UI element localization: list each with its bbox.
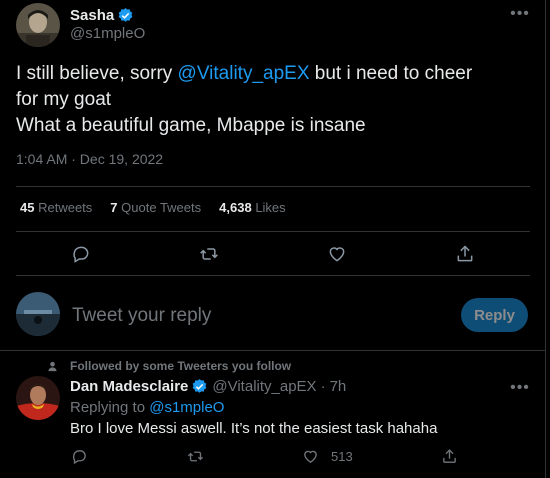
reply-author-avatar[interactable]: [16, 376, 60, 420]
reply-time[interactable]: 7h: [330, 378, 347, 395]
author-name[interactable]: Sasha: [70, 7, 114, 24]
retweet-icon[interactable]: [198, 243, 220, 265]
author-name-row: Sasha: [70, 6, 134, 24]
tweet-text-part1: I still believe, sorry: [16, 63, 178, 84]
replying-to: Replying to @s1mpleO: [70, 399, 224, 416]
reply-text: Bro I love Messi aswell. It’s not the ea…: [70, 420, 438, 437]
tweet-text: I still believe, sorry @Vitality_apEX bu…: [16, 61, 536, 139]
reply-header: Dan Madesclaire @Vitality_apEX · 7h: [70, 378, 346, 395]
share-icon[interactable]: [440, 447, 458, 465]
reply-author-name[interactable]: Dan Madesclaire: [70, 378, 188, 395]
quotes-label: Quote Tweets: [121, 200, 202, 215]
like-icon: [302, 448, 319, 465]
retweets-count: 45: [20, 200, 35, 215]
reply-like-count: 513: [331, 448, 353, 464]
retweets-stat[interactable]: 45 Retweets: [20, 200, 92, 215]
share-icon[interactable]: [454, 243, 476, 265]
divider: [16, 275, 530, 276]
likes-stat[interactable]: 4,638 Likes: [219, 200, 286, 215]
reply-icon[interactable]: [70, 243, 92, 265]
tweet-thread: Sasha @s1mpleO ••• I still believe, sorr…: [0, 0, 546, 478]
tweet-text-line3: What a beautiful game, Mbappe is insane: [16, 115, 366, 136]
replying-handle-link[interactable]: @s1mpleO: [149, 399, 224, 416]
verified-badge-icon: [117, 7, 134, 24]
replying-prefix: Replying to: [70, 399, 146, 416]
tweet-text-part2: but i need to cheer: [309, 63, 473, 84]
quotes-stat[interactable]: 7 Quote Tweets: [110, 200, 201, 215]
quotes-count: 7: [110, 200, 118, 215]
tweet-timestamp[interactable]: 1:04 AM · Dec 19, 2022: [16, 151, 163, 167]
divider: [16, 186, 530, 187]
likes-label: Likes: [255, 200, 286, 215]
likes-count: 4,638: [219, 200, 252, 215]
tweet-text-line2: for my goat: [16, 89, 112, 110]
author-handle[interactable]: @s1mpleO: [70, 25, 145, 42]
reply-button[interactable]: Reply: [461, 298, 528, 332]
like-icon[interactable]: [326, 243, 348, 265]
stats-row: 45 Retweets 7 Quote Tweets 4,638 Likes: [20, 200, 286, 215]
reply-input[interactable]: Tweet your reply: [72, 305, 452, 327]
user-avatar[interactable]: [16, 292, 60, 336]
person-icon: [46, 360, 58, 372]
retweet-icon[interactable]: [186, 447, 204, 465]
divider: [0, 350, 546, 351]
reply-author-handle[interactable]: @Vitality_apEX: [212, 378, 316, 395]
more-icon[interactable]: •••: [508, 6, 532, 22]
more-icon[interactable]: •••: [508, 380, 532, 396]
author-avatar[interactable]: [16, 3, 60, 47]
social-context[interactable]: Followed by some Tweeters you follow: [70, 359, 291, 373]
reply-separator: ·: [320, 378, 326, 395]
reply-icon[interactable]: [70, 447, 88, 465]
reply-like-action[interactable]: 513: [302, 447, 353, 465]
retweets-label: Retweets: [38, 200, 93, 215]
mention-link[interactable]: @Vitality_apEX: [178, 63, 310, 84]
divider: [16, 231, 530, 232]
verified-badge-icon: [191, 378, 208, 395]
